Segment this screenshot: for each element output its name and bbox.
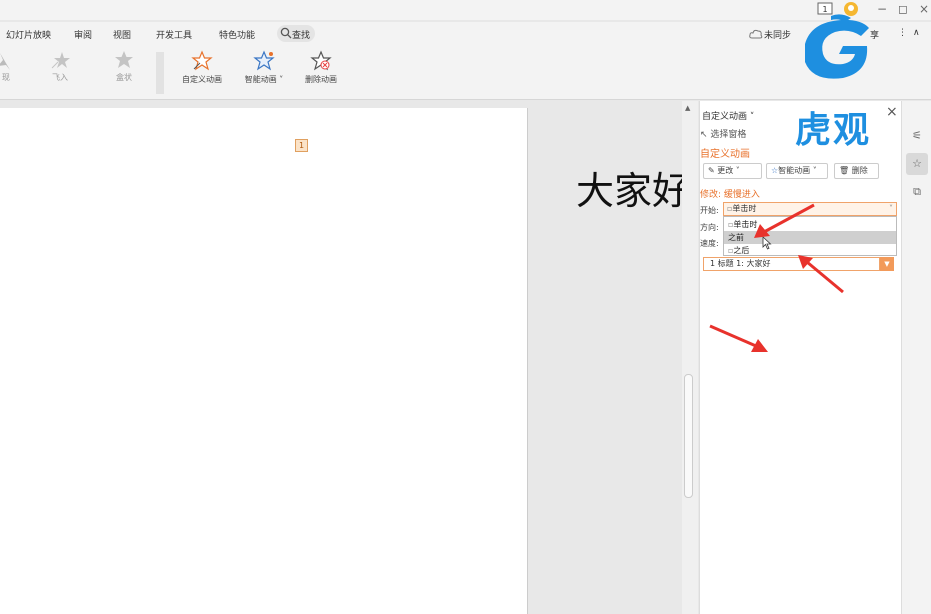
animation-appear-button[interactable]: 现 (0, 50, 12, 83)
modify-effect-label: 修改: 缓慢进入 (700, 190, 760, 200)
delete-effect-button[interactable]: 🗑 删除 (834, 163, 879, 179)
chevron-down-icon: ˅ (810, 166, 817, 175)
custom-animation-icon (191, 50, 213, 71)
svg-text:1: 1 (822, 5, 827, 14)
search-label: 查找 (292, 31, 311, 41)
vertical-scrollbar[interactable] (682, 101, 698, 614)
right-side-toolbar (901, 101, 931, 614)
menu-slideshow[interactable]: 幻灯片放映 (6, 28, 51, 41)
animation-list-item[interactable]: 1 标题 1: 大家好 (703, 257, 880, 271)
direction-label: 方向: (700, 223, 719, 232)
chevron-down-icon: ˅ (889, 204, 893, 213)
start-label: 开始: (700, 206, 719, 215)
annotation-arrow-dropdown (754, 203, 815, 238)
search-icon (280, 27, 292, 39)
change-effect-button[interactable]: ✎ 更改 ˅ (703, 163, 762, 179)
menu-developer[interactable]: 开发工具 (156, 28, 192, 41)
panel-section-heading: 自定义动画 (700, 149, 750, 160)
animation-item-dropdown-button[interactable]: ▼ (880, 257, 894, 271)
star-icon (0, 53, 10, 70)
trash-icon: 🗑 (839, 166, 852, 175)
menu-view[interactable]: 视图 (113, 28, 131, 41)
panel-close-button[interactable]: × (886, 104, 898, 120)
select-pane-icon: ↖ (700, 130, 711, 140)
fly-in-star-icon (51, 52, 70, 69)
chevron-down-icon: ˅ (733, 166, 740, 175)
menu-review[interactable]: 审阅 (74, 28, 92, 41)
restore-button[interactable]: ◻ (896, 2, 910, 16)
delete-animation-button[interactable]: 删除动画 (298, 50, 344, 85)
animation-order-marker[interactable]: 1 (295, 139, 308, 152)
box-star-icon (115, 51, 133, 68)
scrollbar-thumb[interactable] (684, 374, 693, 498)
copy-icon[interactable]: ⧉ (906, 181, 928, 203)
collapse-ribbon-button[interactable]: ∧ (913, 28, 920, 38)
annotation-arrow-middle (709, 324, 768, 352)
chevron-down-icon: ˅ (747, 112, 755, 122)
watermark-text: 虎观 (795, 110, 872, 151)
scroll-up-arrow-icon[interactable]: ▲ (685, 104, 690, 112)
pencil-icon: ✎ (708, 166, 718, 175)
delete-animation-icon (310, 50, 332, 71)
cloud-sync-icon (749, 29, 763, 39)
animation-fly-in-button[interactable]: 飞入 (42, 50, 78, 83)
animation-star-icon[interactable]: ☆ (906, 153, 928, 175)
close-window-button[interactable]: × (917, 2, 931, 16)
smart-animation-button[interactable]: 智能动画 ˅ (238, 50, 290, 85)
ribbon-gallery-scroller[interactable] (156, 52, 164, 94)
annotation-arrow-item (798, 255, 844, 294)
panel-title: 自定义动画 (702, 112, 748, 122)
select-pane-link: 选择窗格 (710, 130, 747, 140)
chevron-down-icon: ˅ (276, 75, 284, 84)
sync-status[interactable]: 未同步 (764, 28, 791, 41)
slide-title-text[interactable]: 大家好 (576, 160, 682, 215)
animation-box-button[interactable]: 盒状 (106, 50, 142, 83)
tiger-watermark-logo (805, 14, 869, 79)
speed-label: 速度: (700, 239, 719, 248)
more-menu-button[interactable]: ⋮ (898, 28, 907, 38)
smart-animation-label: 智能动画 (244, 75, 277, 84)
slide-canvas[interactable] (0, 108, 528, 614)
sliders-icon[interactable]: ⚟ (906, 125, 928, 147)
custom-animation-button[interactable]: 自定义动画 (176, 50, 228, 85)
smart-animation-icon (253, 50, 275, 71)
menu-features[interactable]: 特色功能 (219, 28, 255, 41)
smart-animation-panel-button[interactable]: ☆智能动画 ˅ (766, 163, 828, 179)
